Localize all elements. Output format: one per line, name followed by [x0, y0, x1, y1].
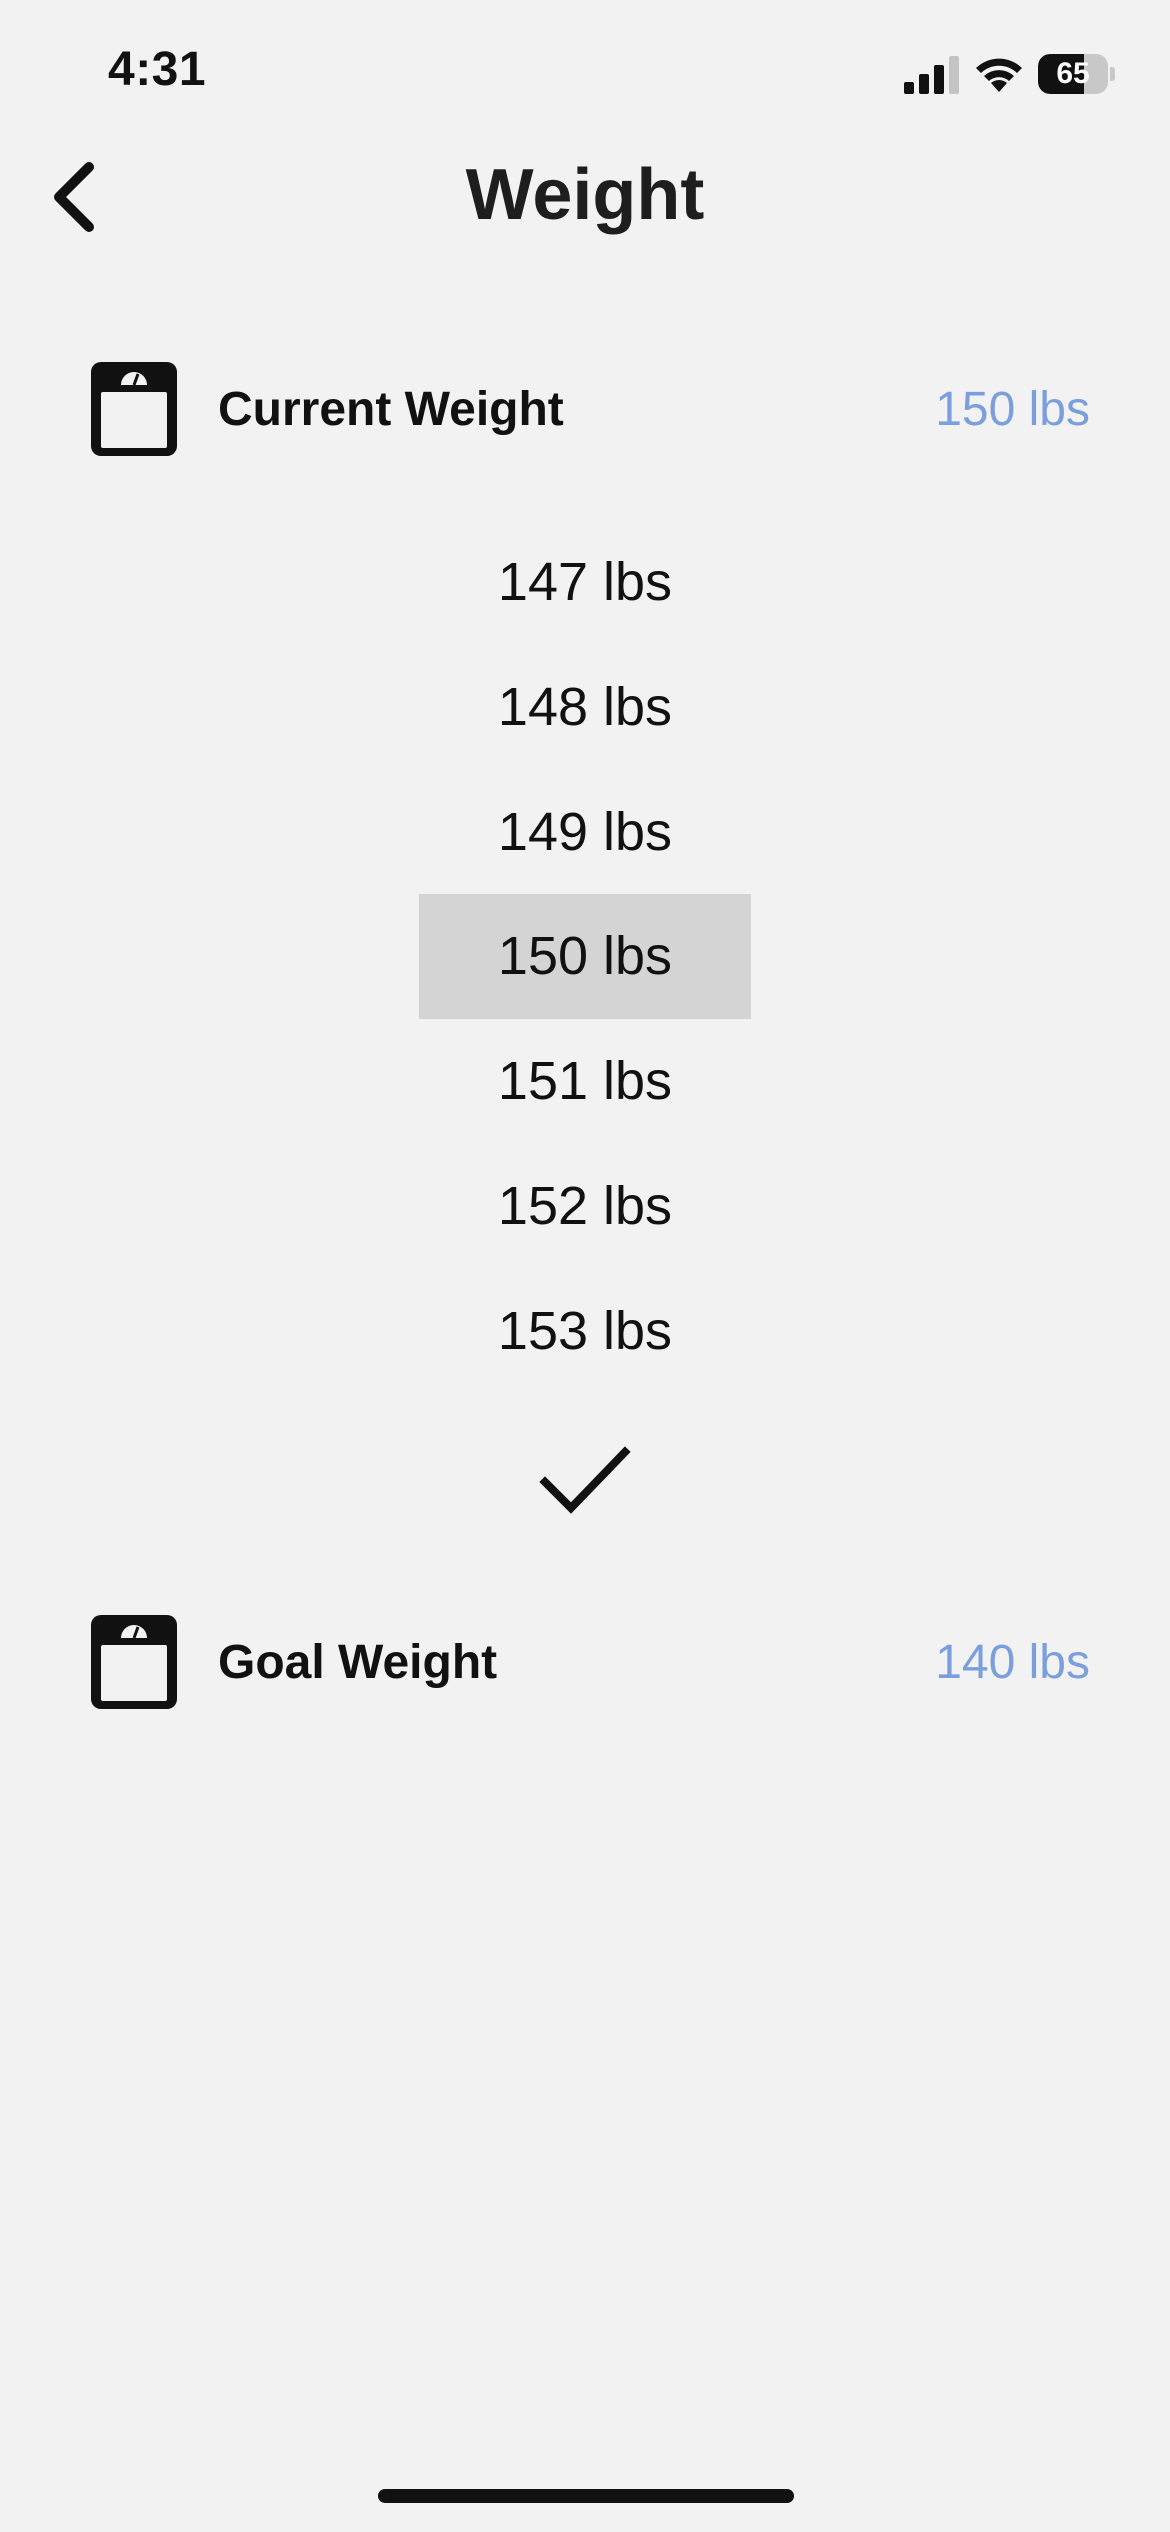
status-bar: 4:31 65: [0, 0, 1170, 150]
picker-option[interactable]: 153 lbs: [419, 1269, 751, 1394]
picker-option[interactable]: 149 lbs: [419, 770, 751, 895]
battery-icon: 65: [1038, 54, 1116, 94]
checkmark-icon: [539, 1446, 631, 1514]
goal-weight-label: Goal Weight: [218, 1635, 498, 1689]
scale-icon: [91, 1615, 177, 1709]
goal-weight-row[interactable]: Goal Weight 140 lbs: [88, 1610, 1090, 1714]
status-time: 4:31: [108, 43, 207, 96]
picker-option[interactable]: 152 lbs: [419, 1144, 751, 1269]
picker-option[interactable]: 147 lbs: [419, 520, 751, 645]
picker-option[interactable]: 148 lbs: [419, 645, 751, 770]
page-title: Weight: [465, 155, 705, 235]
picker-option-selected[interactable]: 150 lbs: [419, 894, 751, 1019]
scale-icon: [91, 362, 177, 456]
nav-header: Weight: [0, 140, 1170, 250]
current-weight-row[interactable]: Current Weight 150 lbs: [88, 357, 1090, 461]
confirm-button[interactable]: [530, 1430, 640, 1530]
battery-level: 65: [1056, 57, 1090, 90]
current-weight-value: 150 lbs: [935, 382, 1090, 436]
current-weight-label: Current Weight: [218, 382, 564, 436]
home-indicator[interactable]: [378, 2489, 794, 2503]
picker-option[interactable]: 151 lbs: [419, 1019, 751, 1144]
goal-weight-value: 140 lbs: [935, 1635, 1090, 1689]
wifi-icon: [976, 58, 1022, 92]
cellular-signal-icon: [904, 56, 959, 94]
